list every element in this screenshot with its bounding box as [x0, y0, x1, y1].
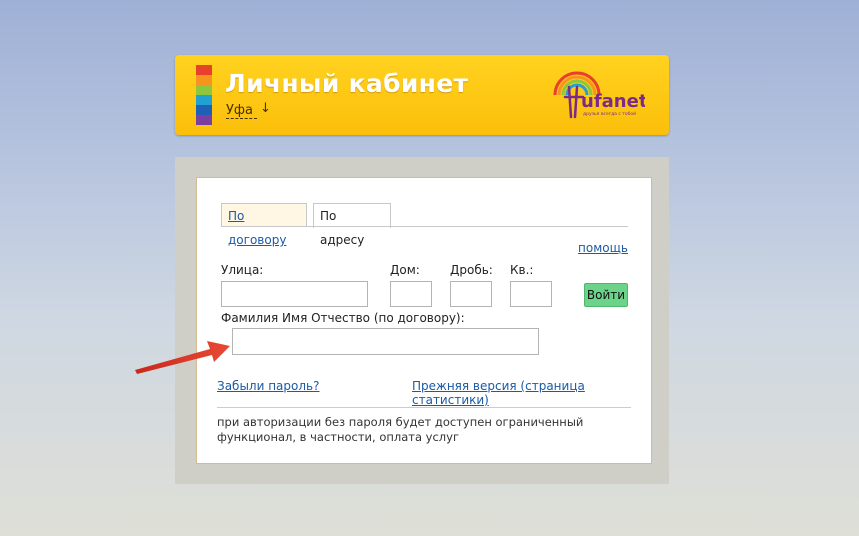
annotation-arrow — [135, 341, 230, 374]
